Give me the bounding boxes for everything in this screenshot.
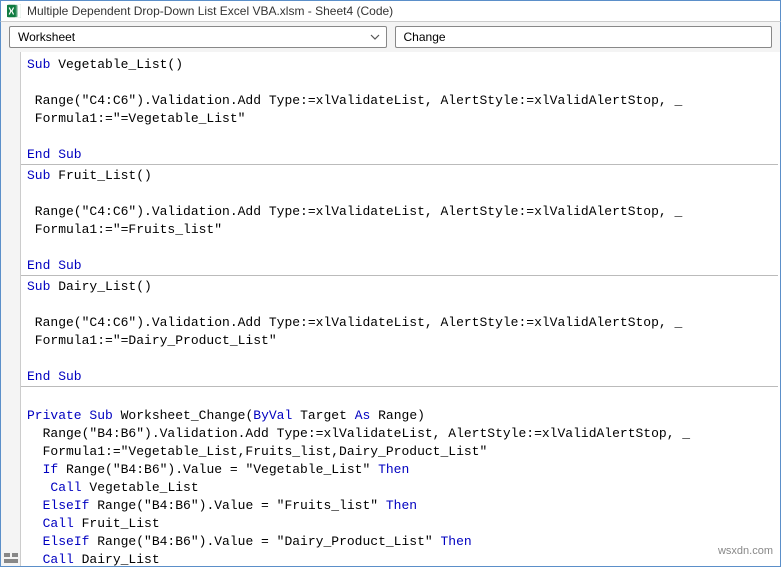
object-dropdown-value: Worksheet bbox=[18, 30, 75, 44]
excel-icon bbox=[7, 4, 21, 18]
procedure-dropdown-value: Change bbox=[404, 30, 446, 44]
watermark: wsxdn.com bbox=[718, 545, 773, 557]
code-editor[interactable]: Sub Vegetable_List() Range("C4:C6").Vali… bbox=[21, 52, 780, 566]
procedure-dropdown[interactable]: Change bbox=[395, 26, 773, 48]
window-title: Multiple Dependent Drop-Down List Excel … bbox=[27, 4, 393, 18]
titlebar[interactable]: Multiple Dependent Drop-Down List Excel … bbox=[0, 0, 781, 22]
code-window: Sub Vegetable_List() Range("C4:C6").Vali… bbox=[0, 52, 781, 567]
toolbar: Worksheet Change bbox=[0, 22, 781, 52]
object-dropdown[interactable]: Worksheet bbox=[9, 26, 387, 48]
view-selector-icon[interactable] bbox=[1, 550, 21, 566]
margin-indicator bbox=[1, 52, 21, 566]
code-text[interactable]: Sub Vegetable_List() Range("C4:C6").Vali… bbox=[21, 52, 780, 566]
chevron-down-icon bbox=[368, 30, 382, 44]
